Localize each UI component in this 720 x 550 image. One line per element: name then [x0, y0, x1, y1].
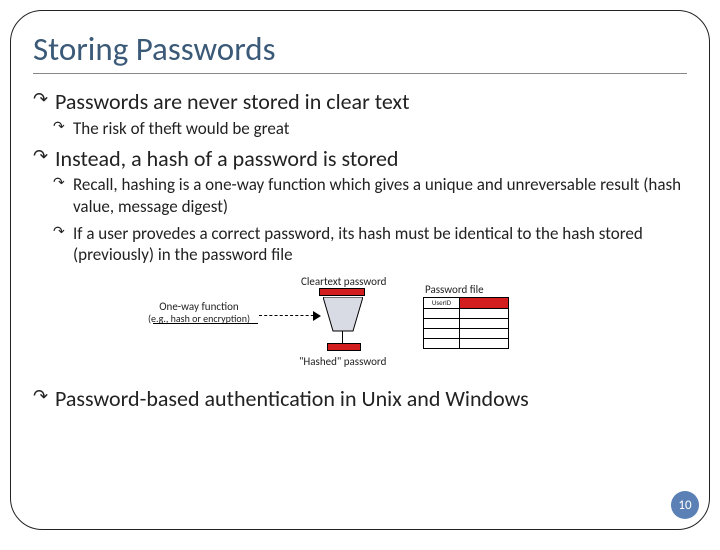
hash-cell	[460, 298, 508, 308]
oneway-underline	[153, 323, 258, 324]
hashed-label: "Hashed" password	[299, 355, 386, 368]
slide: Storing Passwords Passwords are never st…	[10, 10, 710, 530]
hash-funnel-icon	[323, 297, 363, 333]
table-row: UserID	[424, 298, 508, 308]
table-row	[424, 318, 508, 328]
bullet-2a: Recall, hashing is a one-way function wh…	[33, 174, 687, 217]
slide-title: Storing Passwords	[33, 29, 687, 69]
bullet-1a: The risk of theft would be great	[33, 118, 687, 139]
slide-body: Passwords are never stored in clear text…	[33, 88, 687, 413]
password-file-table: UserID	[423, 297, 509, 349]
pwfile-label: Password file	[425, 283, 484, 296]
bullet-3: Password-based authentication in Unix an…	[33, 385, 687, 413]
table-row	[424, 328, 508, 338]
cleartext-password-bar	[319, 288, 365, 296]
bullet-2b: If a user provedes a correct password, i…	[33, 223, 687, 266]
page-number: 10	[671, 491, 699, 519]
table-row	[424, 308, 508, 318]
output-connector	[342, 331, 343, 343]
title-divider	[33, 73, 687, 74]
cleartext-label: Cleartext password	[301, 275, 386, 288]
table-row	[424, 338, 508, 348]
oneway-text: One-way function	[159, 300, 238, 313]
arrow-icon	[259, 315, 319, 316]
hashed-password-bar	[327, 343, 361, 351]
userid-cell: UserID	[424, 298, 460, 308]
bullet-2: Instead, a hash of a password is stored	[33, 145, 687, 173]
oneway-label: One-way function (e.g., hash or encrypti…	[148, 301, 250, 324]
diagram: Cleartext password One-way function (e.g…	[33, 271, 687, 381]
bullet-1: Passwords are never stored in clear text	[33, 88, 687, 116]
